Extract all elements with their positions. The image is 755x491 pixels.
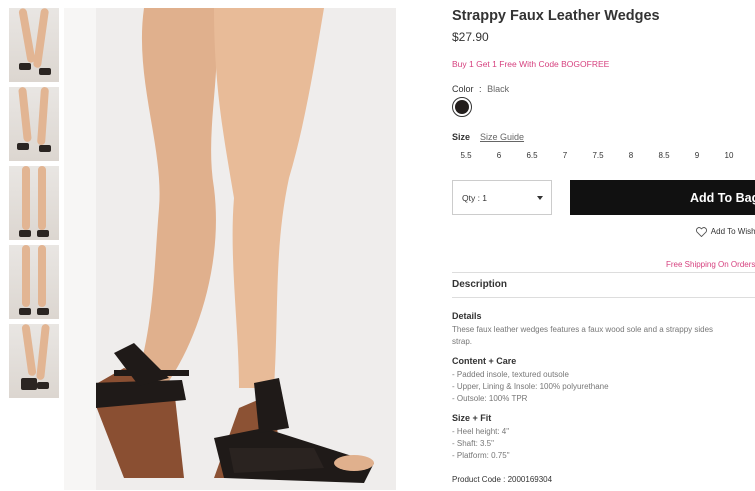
quantity-value: Qty : 1 [462, 193, 488, 203]
size-option[interactable]: 8.5 [654, 151, 674, 160]
product-price: $27.90 [452, 30, 489, 44]
content-care-title: Content + Care [452, 356, 517, 366]
promo-text: Buy 1 Get 1 Free With Code BOGOFREE [452, 59, 610, 69]
size-option[interactable]: 6 [489, 151, 509, 160]
product-title: Strappy Faux Leather Wedges [452, 8, 660, 24]
color-label: Color : Black [452, 84, 509, 94]
size-fit-text: - Heel height: 4" - Shaft: 3.5" - Platfo… [452, 426, 510, 462]
description-heading[interactable]: Description [452, 279, 507, 290]
color-separator: : [479, 84, 482, 94]
fit-line: - Platform: 0.75" [452, 451, 510, 460]
content-line: - Outsole: 100% TPR [452, 394, 528, 403]
divider [452, 297, 755, 298]
details-line: strap. [452, 337, 473, 346]
background-wall [64, 8, 96, 490]
divider [452, 272, 755, 273]
content-line: - Upper, Lining & Insole: 100% polyureth… [452, 382, 609, 391]
thumbnail-2[interactable] [9, 87, 59, 161]
quantity-select[interactable]: Qty : 1 [452, 180, 552, 215]
add-to-bag-button[interactable]: Add To Bag [570, 180, 755, 215]
legs-illustration [89, 8, 374, 483]
shipping-link[interactable]: Free Shipping On Orders [666, 260, 755, 269]
size-guide-link[interactable]: Size Guide [480, 132, 524, 142]
thumbnail-4[interactable] [9, 245, 59, 319]
main-product-image [64, 8, 396, 490]
color-label-text: Color [452, 84, 474, 94]
fit-line: - Shaft: 3.5" [452, 439, 494, 448]
details-text: These faux leather wedges features a fau… [452, 324, 713, 348]
fit-line: - Heel height: 4" [452, 427, 510, 436]
chevron-down-icon [537, 196, 543, 200]
thumbnail-3[interactable] [9, 166, 59, 240]
size-option[interactable]: 6.5 [522, 151, 542, 160]
thumbnail-list [9, 8, 59, 403]
details-line: These faux leather wedges features a fau… [452, 325, 714, 334]
size-option[interactable]: 7 [555, 151, 575, 160]
add-to-wishlist-link[interactable]: Add To Wishlist [695, 227, 755, 238]
content-line: - Padded insole, textured outsole [452, 370, 569, 379]
size-option[interactable]: 9 [687, 151, 707, 160]
size-option[interactable]: 5.5 [456, 151, 476, 160]
size-option[interactable]: 10 [719, 151, 739, 160]
product-code: Product Code : 2000169304 [452, 475, 553, 484]
size-option[interactable]: 7.5 [588, 151, 608, 160]
size-option[interactable]: 8 [621, 151, 641, 160]
heart-icon [695, 227, 708, 238]
wishlist-label: Add To Wishlist [710, 227, 755, 237]
size-fit-title: Size + Fit [452, 413, 492, 423]
details-title: Details [452, 311, 482, 321]
thumbnail-5[interactable] [9, 324, 59, 398]
size-label: Size [452, 132, 471, 142]
color-value: Black [487, 84, 510, 94]
thumbnail-1[interactable] [9, 8, 59, 82]
color-swatch-black[interactable] [452, 97, 472, 117]
content-care-text: - Padded insole, textured outsole - Uppe… [452, 369, 609, 405]
